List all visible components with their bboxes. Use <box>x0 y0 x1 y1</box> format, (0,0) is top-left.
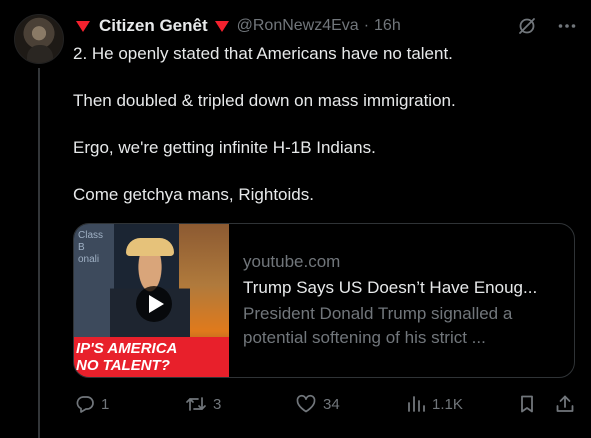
heart-icon <box>296 394 316 413</box>
share-icon <box>556 395 574 412</box>
link-card[interactable]: Class B onali IP'S AMERICA NO TALENT? yo… <box>73 223 575 378</box>
card-body[interactable]: youtube.com Trump Says US Doesn’t Have E… <box>229 224 574 377</box>
thumbnail-banner-text: IP'S AMERICA NO TALENT? <box>76 340 178 374</box>
tweet-actions: 1 3 34 1.1K <box>73 392 577 416</box>
reply-count: 1 <box>101 395 110 413</box>
red-triangle-flag-icon <box>214 21 229 32</box>
grok-icon[interactable] <box>517 16 537 36</box>
retweet-button[interactable]: 3 <box>185 394 221 414</box>
like-button[interactable]: 34 <box>295 394 340 414</box>
tweet-line: Then doubled & tripled down on mass immi… <box>73 91 456 110</box>
reply-icon <box>76 396 94 413</box>
bookmark-button[interactable] <box>517 394 537 414</box>
more-icon[interactable] <box>557 16 577 36</box>
card-title: Trump Says US Doesn’t Have Enoug... <box>243 278 538 297</box>
header-actions <box>517 16 577 36</box>
bookmark-icon <box>521 395 533 413</box>
tweet-line: Come getchya mans, Rightoids. <box>73 185 314 204</box>
thumbnail-hair <box>126 238 174 256</box>
avatar[interactable] <box>14 14 64 64</box>
tweet-text: 2. He openly stated that Americans have … <box>73 42 573 230</box>
reply-button[interactable]: 1 <box>75 394 109 414</box>
tweet-header: Citizen Genêt @RonNewz4Eva · 16h <box>76 14 577 38</box>
thumbnail-bg-text: Class B onali <box>78 230 104 265</box>
tweet-line: Ergo, we're getting infinite H-1B Indian… <box>73 138 376 157</box>
like-count: 34 <box>323 395 340 413</box>
card-domain: youtube.com <box>243 252 341 271</box>
tweet-line: 2. He openly stated that Americans have … <box>73 44 453 63</box>
video-thumbnail[interactable]: Class B onali IP'S AMERICA NO TALENT? <box>74 224 229 377</box>
user-handle[interactable]: @RonNewz4Eva <box>237 17 359 35</box>
timestamp[interactable]: 16h <box>374 17 401 35</box>
play-icon[interactable] <box>136 286 172 322</box>
thread-line <box>38 68 40 438</box>
views-icon <box>408 396 425 412</box>
views-count: 1.1K <box>432 395 463 413</box>
views-button[interactable]: 1.1K <box>406 394 463 414</box>
display-name[interactable]: Citizen Genêt <box>99 16 208 36</box>
share-button[interactable] <box>555 394 575 414</box>
retweet-count: 3 <box>213 395 222 413</box>
separator-dot: · <box>363 17 370 34</box>
card-description: President Donald Trump signalled a poten… <box>243 304 513 347</box>
red-triangle-flag-icon <box>76 21 90 32</box>
retweet-icon <box>186 397 206 411</box>
